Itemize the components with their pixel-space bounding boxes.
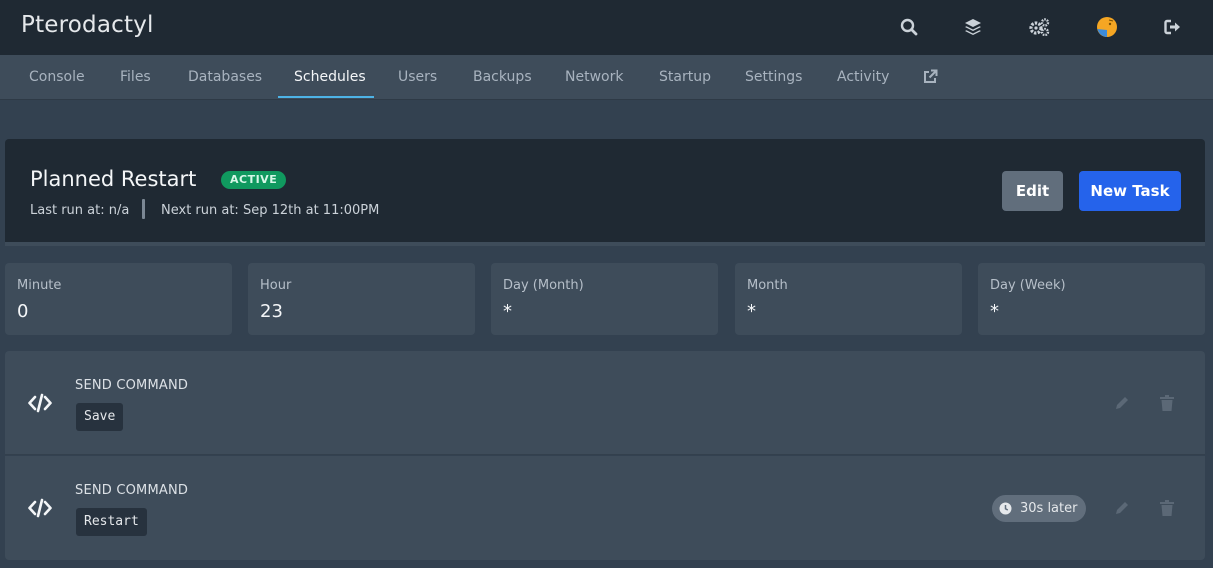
status-badge: ACTIVE <box>221 171 287 189</box>
tab-console[interactable]: Console <box>29 55 85 100</box>
trash-icon[interactable] <box>1157 498 1177 518</box>
cron-minute: Minute 0 <box>5 263 232 335</box>
task-title: SEND COMMAND <box>75 483 189 498</box>
cron-label: Month <box>747 278 788 293</box>
tab-backups[interactable]: Backups <box>473 55 532 100</box>
cron-label: Day (Month) <box>503 278 584 293</box>
external-link-icon[interactable] <box>922 69 938 85</box>
task-row: SEND COMMAND Save <box>5 351 1205 455</box>
tab-startup[interactable]: Startup <box>659 55 711 100</box>
schedule-name: Planned Restart <box>30 167 197 191</box>
cron-label: Hour <box>260 278 292 293</box>
active-tab-indicator <box>278 96 374 98</box>
meta-divider <box>142 199 145 219</box>
clock-icon <box>999 502 1012 515</box>
tab-activity[interactable]: Activity <box>837 55 889 100</box>
tab-schedules[interactable]: Schedules <box>294 55 366 100</box>
cron-value: * <box>747 301 756 322</box>
edit-button[interactable]: Edit <box>1002 171 1063 211</box>
cron-hour: Hour 23 <box>248 263 475 335</box>
time-offset-badge: 30s later <box>992 495 1087 522</box>
server-subnav: Console Files Databases Schedules Users … <box>0 55 1213 100</box>
code-icon <box>28 391 52 415</box>
sign-out-icon[interactable] <box>1160 14 1186 40</box>
task-title: SEND COMMAND <box>75 378 189 393</box>
cron-value: 0 <box>17 301 29 322</box>
cron-day-month: Day (Month) * <box>491 263 718 335</box>
trash-icon[interactable] <box>1157 393 1177 413</box>
layers-icon[interactable] <box>960 14 986 40</box>
tab-settings[interactable]: Settings <box>745 55 802 100</box>
new-task-button[interactable]: New Task <box>1079 171 1181 211</box>
cron-label: Day (Week) <box>990 278 1066 293</box>
cron-value: * <box>503 301 512 322</box>
app-title[interactable]: Pterodactyl <box>21 12 154 38</box>
top-bar: Pterodactyl <box>0 0 1213 55</box>
pencil-icon[interactable] <box>1112 393 1132 413</box>
search-icon[interactable] <box>896 14 922 40</box>
task-payload: Restart <box>76 508 147 536</box>
task-row: SEND COMMAND Restart 30s later <box>5 456 1205 560</box>
pencil-icon[interactable] <box>1112 498 1132 518</box>
avatar[interactable] <box>1094 14 1120 40</box>
next-run-value: Sep 12th at 11:00PM <box>242 203 380 218</box>
cron-value: 23 <box>260 301 283 322</box>
cogs-icon[interactable] <box>1026 14 1052 40</box>
schedule-header: Planned Restart ACTIVE Last run at: n/a … <box>5 139 1205 246</box>
cron-label: Minute <box>17 278 62 293</box>
task-payload: Save <box>76 403 124 431</box>
cron-day-week: Day (Week) * <box>978 263 1205 335</box>
tab-databases[interactable]: Databases <box>188 55 262 100</box>
last-run-label: Last run at: <box>30 203 105 218</box>
cron-month: Month * <box>735 263 962 335</box>
tab-network[interactable]: Network <box>565 55 623 100</box>
cron-value: * <box>990 301 999 322</box>
code-icon <box>28 496 52 520</box>
tab-files[interactable]: Files <box>120 55 151 100</box>
next-run: Next run at: Sep 12th at 11:00PM <box>161 203 379 218</box>
last-run: Last run at: n/a <box>30 203 129 218</box>
last-run-value: n/a <box>108 203 130 218</box>
time-offset-label: 30s later <box>1020 501 1078 516</box>
next-run-label: Next run at: <box>161 203 239 218</box>
tab-users[interactable]: Users <box>398 55 437 100</box>
